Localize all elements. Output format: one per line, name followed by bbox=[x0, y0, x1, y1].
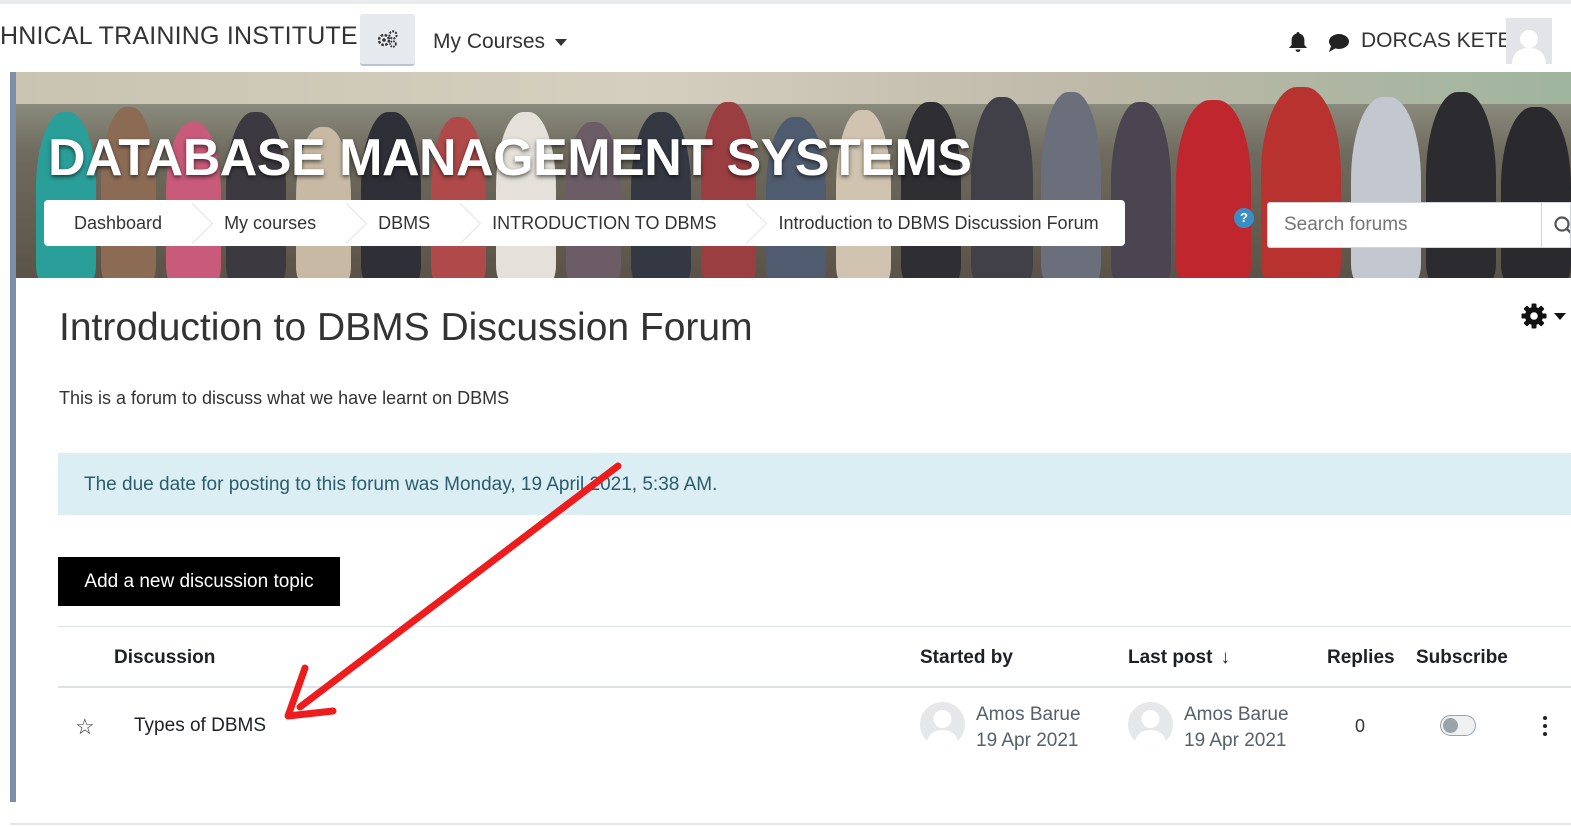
started-by-date: 19 Apr 2021 bbox=[976, 730, 1079, 751]
search-button[interactable] bbox=[1542, 202, 1571, 248]
forum-intro: This is a forum to discuss what we have … bbox=[59, 388, 510, 408]
gears-icon bbox=[377, 30, 398, 48]
replies-count[interactable]: 0 bbox=[1355, 716, 1365, 737]
column-header-subscribe: Subscribe bbox=[1416, 647, 1508, 668]
avatar[interactable] bbox=[920, 702, 965, 747]
add-discussion-topic-button[interactable]: Add a new discussion topic bbox=[58, 557, 340, 606]
last-post-name[interactable]: Amos Barue bbox=[1184, 704, 1289, 726]
banner-building bbox=[16, 72, 1571, 104]
column-header-last-post[interactable]: Last post ↓ bbox=[1128, 647, 1230, 669]
page-title: Introduction to DBMS Discussion Forum bbox=[59, 306, 753, 349]
breadcrumb-item-my-courses[interactable]: My courses bbox=[224, 213, 316, 234]
due-date-text: The due date for posting to this forum w… bbox=[84, 474, 718, 495]
course-title: DATABASE MANAGEMENT SYSTEMS bbox=[48, 129, 972, 187]
breadcrumb-item-dashboard[interactable]: Dashboard bbox=[74, 213, 162, 234]
banner-crowd bbox=[1176, 100, 1251, 278]
breadcrumb-item-intro-to-dbms[interactable]: INTRODUCTION TO DBMS bbox=[492, 213, 716, 234]
caret-down-icon bbox=[555, 38, 568, 46]
banner-crowd bbox=[1351, 97, 1421, 278]
table-divider bbox=[58, 626, 1571, 627]
more-actions-icon[interactable] bbox=[1541, 716, 1549, 736]
banner-crowd bbox=[1041, 92, 1101, 278]
page-bottom-border bbox=[10, 823, 1571, 825]
notifications-bell-icon[interactable] bbox=[1288, 31, 1308, 58]
breadcrumb-item-dbms[interactable]: DBMS bbox=[378, 213, 430, 234]
banner-crowd bbox=[1426, 92, 1496, 278]
my-courses-menu[interactable]: My Courses bbox=[433, 30, 568, 54]
help-icon[interactable]: ? bbox=[1234, 208, 1254, 228]
user-avatar[interactable] bbox=[1506, 18, 1552, 64]
user-name[interactable]: DORCAS KETER bbox=[1361, 29, 1527, 53]
breadcrumb: Dashboard My courses DBMS INTRODUCTION T… bbox=[44, 200, 1125, 246]
star-icon[interactable]: ☆ bbox=[75, 714, 95, 740]
sort-descending-icon: ↓ bbox=[1220, 647, 1230, 668]
subscribe-toggle[interactable] bbox=[1440, 715, 1476, 736]
breadcrumb-chevron-icon bbox=[740, 200, 754, 246]
breadcrumb-chevron-icon bbox=[186, 200, 200, 246]
my-courses-label: My Courses bbox=[433, 30, 546, 53]
breadcrumb-chevron-icon bbox=[340, 200, 354, 246]
breadcrumb-item-forum[interactable]: Introduction to DBMS Discussion Forum bbox=[778, 213, 1098, 234]
top-navbar: HNICAL TRAINING INSTITUTE My Courses DOR… bbox=[0, 0, 1571, 72]
column-header-started-by[interactable]: Started by bbox=[920, 647, 1013, 669]
discussion-topic-link[interactable]: Types of DBMS bbox=[134, 715, 266, 737]
search-icon bbox=[1554, 216, 1570, 234]
gear-icon bbox=[1521, 303, 1547, 329]
avatar[interactable] bbox=[1128, 702, 1173, 747]
banner-crowd bbox=[971, 97, 1033, 278]
search-forums-input[interactable] bbox=[1267, 202, 1542, 248]
due-date-alert: The due date for posting to this forum w… bbox=[58, 453, 1571, 515]
last-post-date[interactable]: 19 Apr 2021 bbox=[1184, 730, 1286, 752]
banner-crowd bbox=[1501, 107, 1571, 278]
messages-chat-icon[interactable] bbox=[1328, 33, 1350, 58]
site-name[interactable]: HNICAL TRAINING INSTITUTE bbox=[0, 22, 358, 51]
column-header-last-post-label: Last post bbox=[1128, 647, 1213, 668]
column-header-replies[interactable]: Replies bbox=[1327, 647, 1395, 669]
breadcrumb-chevron-icon bbox=[454, 200, 468, 246]
table-divider bbox=[58, 686, 1571, 688]
started-by-name[interactable]: Amos Barue bbox=[976, 704, 1081, 726]
forum-actions-menu[interactable] bbox=[1520, 302, 1566, 330]
banner-crowd bbox=[1111, 102, 1171, 278]
nav-drawer-button[interactable] bbox=[360, 14, 415, 66]
column-header-discussion[interactable]: Discussion bbox=[114, 647, 215, 669]
caret-down-icon bbox=[1554, 312, 1566, 320]
banner-crowd bbox=[1261, 87, 1341, 278]
